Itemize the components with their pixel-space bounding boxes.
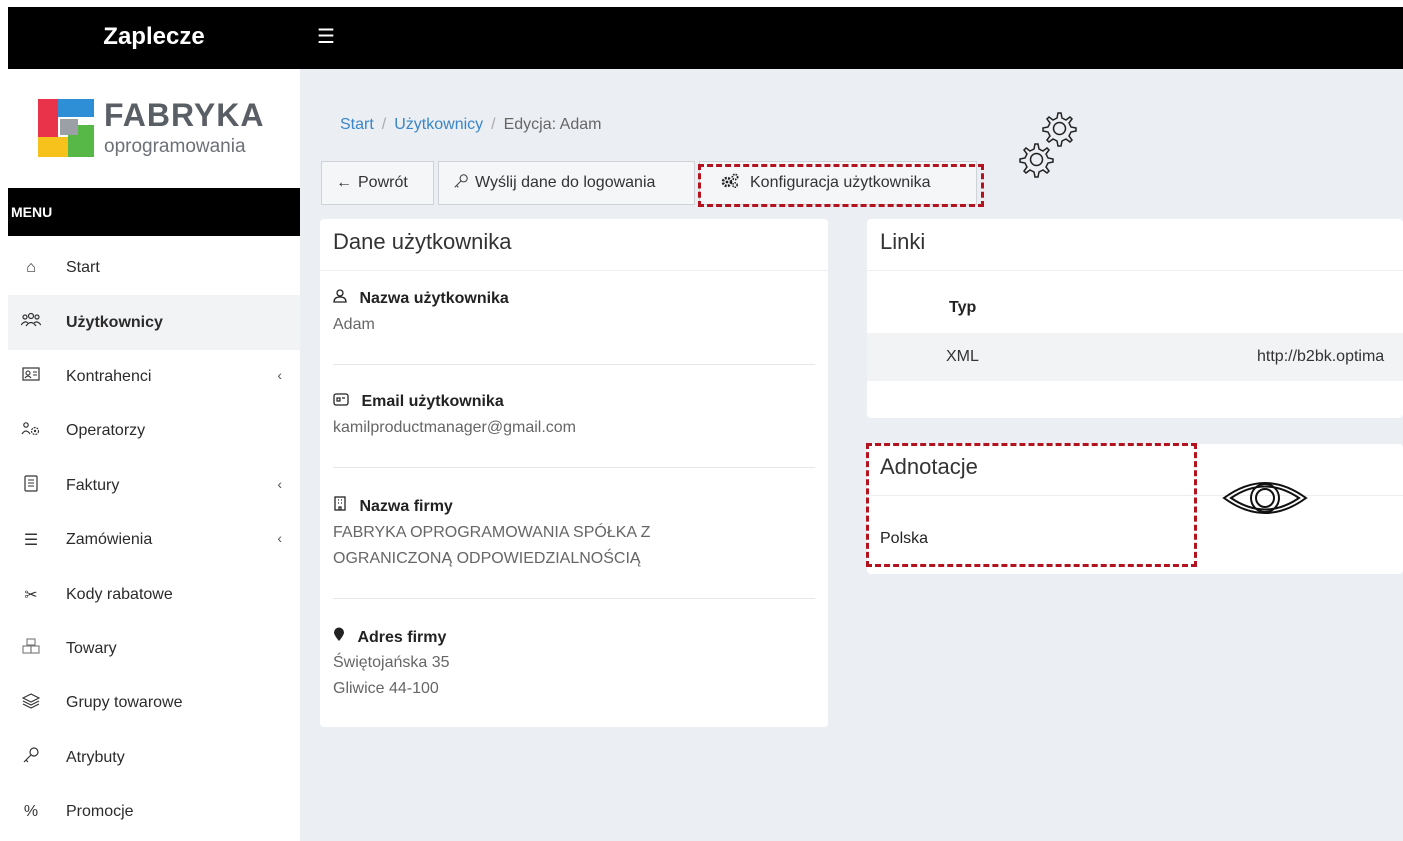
back-button[interactable]: ← Powrót bbox=[321, 161, 434, 205]
username-field: Nazwa użytkownika Adam bbox=[320, 271, 828, 356]
layers-icon bbox=[8, 693, 66, 714]
menu-header: MENU bbox=[8, 188, 300, 236]
sidebar-item-products[interactable]: Towary bbox=[8, 622, 300, 676]
map-pin-icon bbox=[333, 627, 349, 646]
building-icon bbox=[333, 496, 351, 515]
arrow-left-icon: ← bbox=[336, 174, 352, 191]
company-field-label: Nazwa firmy bbox=[333, 496, 815, 516]
links-table-header-type: Typ bbox=[949, 299, 977, 316]
logo-title: FABRYKA bbox=[104, 97, 265, 133]
address-line2: Gliwice 44-100 bbox=[333, 680, 439, 697]
username-value: Adam bbox=[333, 316, 375, 333]
window-edge bbox=[0, 0, 8, 841]
sidebar-item-users[interactable]: Użytkownicy bbox=[8, 295, 300, 350]
sidebar-item-label: Promocje bbox=[66, 803, 134, 821]
app-frame: Zaplecze ☰ FABRYKA oprogramowania MENU ⌂… bbox=[0, 0, 1403, 841]
chevron-left-icon: ‹ bbox=[277, 475, 282, 492]
email-value: kamilproductmanager@gmail.com bbox=[333, 419, 576, 436]
logo[interactable]: FABRYKA oprogramowania bbox=[8, 69, 300, 187]
company-field: Nazwa firmy FABRYKA OPROGRAMOWANIA SPÓŁK… bbox=[320, 468, 828, 590]
email-field-label: Email użytkownika bbox=[333, 393, 815, 411]
config-highlight bbox=[698, 164, 984, 207]
user-data-card: Dane użytkownika Nazwa użytkownika Adam … bbox=[320, 219, 828, 727]
sidebar-item-label: Faktury bbox=[66, 476, 120, 494]
email-field: Email użytkownika kamilproductmanager@gm… bbox=[320, 365, 828, 459]
app-title: Zaplecze bbox=[103, 23, 205, 50]
main-content: Start / Użytkownicy / Edycja: Adam ← Powrót … bbox=[300, 69, 1403, 841]
sidebar-item-operators[interactable]: Operatorzy bbox=[8, 404, 300, 458]
key-icon bbox=[8, 746, 66, 769]
sidebar-item-discount-codes[interactable]: ✂ Kody rabatowe bbox=[8, 567, 300, 621]
company-value: FABRYKA OPROGRAMOWANIA SPÓŁKA Z OGRANICZ… bbox=[333, 524, 651, 567]
user-icon bbox=[333, 289, 351, 307]
sidebar-item-attributes[interactable]: Atrybuty bbox=[8, 731, 300, 785]
operators-icon bbox=[8, 421, 66, 442]
address-field: Adres firmy Świętojańska 35 Gliwice 44-1… bbox=[320, 599, 828, 721]
sidebar-menu: ⌂ Start Użytkownicy Kontrahenci ‹ Operat… bbox=[8, 241, 300, 839]
send-login-button-label: Wyślij dane do logowania bbox=[475, 174, 656, 191]
sidebar-item-label: Kontrahenci bbox=[66, 367, 152, 385]
home-icon: ⌂ bbox=[26, 259, 36, 277]
username-label: Nazwa użytkownika bbox=[359, 290, 509, 307]
percent-icon: % bbox=[23, 803, 39, 821]
sidebar-item-promotions[interactable]: % Promocje bbox=[8, 785, 300, 839]
company-label: Nazwa firmy bbox=[359, 498, 453, 515]
sidebar-item-contractors[interactable]: Kontrahenci ‹ bbox=[8, 350, 300, 404]
link-type-cell: XML bbox=[946, 348, 979, 365]
sidebar-item-label: Start bbox=[66, 259, 100, 277]
sidebar-item-label: Kody rabatowe bbox=[66, 585, 173, 603]
send-login-button[interactable]: Wyślij dane do logowania bbox=[438, 161, 695, 205]
chevron-left-icon: ‹ bbox=[277, 366, 282, 383]
sidebar-item-label: Zamówienia bbox=[66, 531, 153, 549]
users-icon bbox=[8, 312, 66, 333]
back-button-label: Powrót bbox=[358, 174, 408, 191]
logo-mark-icon bbox=[38, 99, 94, 157]
list-icon: ☰ bbox=[23, 532, 39, 550]
breadcrumb-current: Edycja: Adam bbox=[503, 116, 602, 133]
user-data-card-title: Dane użytkownika bbox=[320, 219, 828, 271]
links-card-title: Linki bbox=[867, 219, 1403, 271]
boxes-icon bbox=[8, 638, 66, 659]
email-card-icon bbox=[333, 393, 353, 410]
sidebar-item-invoices[interactable]: Faktury ‹ bbox=[8, 459, 300, 513]
sidebar-item-label: Grupy towarowe bbox=[66, 694, 183, 712]
links-card: Linki Typ XML http://b2bk.optima bbox=[867, 219, 1403, 418]
scissors-icon: ✂ bbox=[24, 586, 38, 604]
sidebar-item-label: Użytkownicy bbox=[66, 313, 163, 331]
link-url-cell[interactable]: http://b2bk.optima bbox=[1257, 348, 1384, 366]
hamburger-icon[interactable]: ☰ bbox=[317, 24, 335, 49]
notes-highlight bbox=[866, 443, 1197, 567]
eye-annotation-icon bbox=[1222, 482, 1308, 514]
breadcrumb-separator: / bbox=[381, 116, 387, 133]
address-label: Adres firmy bbox=[357, 629, 447, 646]
email-label: Email użytkownika bbox=[361, 393, 504, 410]
breadcrumb-separator: / bbox=[491, 116, 496, 133]
sidebar-item-orders[interactable]: ☰ Zamówienia ‹ bbox=[8, 513, 300, 567]
invoice-icon bbox=[8, 475, 66, 497]
key-icon bbox=[453, 173, 469, 194]
breadcrumb: Start / Użytkownicy / Edycja: Adam bbox=[340, 116, 601, 134]
sidebar-item-label: Operatorzy bbox=[66, 422, 146, 440]
sidebar-item-start[interactable]: ⌂ Start bbox=[8, 241, 300, 295]
breadcrumb-start-link[interactable]: Start bbox=[340, 116, 374, 133]
id-card-icon bbox=[8, 367, 66, 386]
sidebar-item-label: Towary bbox=[66, 639, 117, 657]
table-row[interactable]: XML http://b2bk.optima bbox=[867, 333, 1403, 381]
sidebar-item-label: Atrybuty bbox=[66, 748, 125, 766]
sidebar-item-product-groups[interactable]: Grupy towarowe bbox=[8, 676, 300, 730]
gears-annotation-icon bbox=[1019, 112, 1077, 178]
address-field-label: Adres firmy bbox=[333, 627, 815, 647]
address-line1: Świętojańska 35 bbox=[333, 654, 450, 671]
breadcrumb-users-link[interactable]: Użytkownicy bbox=[394, 116, 483, 133]
sidebar: FABRYKA oprogramowania MENU ⌂ Start Użyt… bbox=[8, 69, 300, 841]
chevron-left-icon: ‹ bbox=[277, 529, 282, 546]
username-field-label: Nazwa użytkownika bbox=[333, 289, 815, 308]
top-bar: Zaplecze ☰ bbox=[8, 7, 1403, 69]
logo-subtitle: oprogramowania bbox=[104, 136, 246, 157]
